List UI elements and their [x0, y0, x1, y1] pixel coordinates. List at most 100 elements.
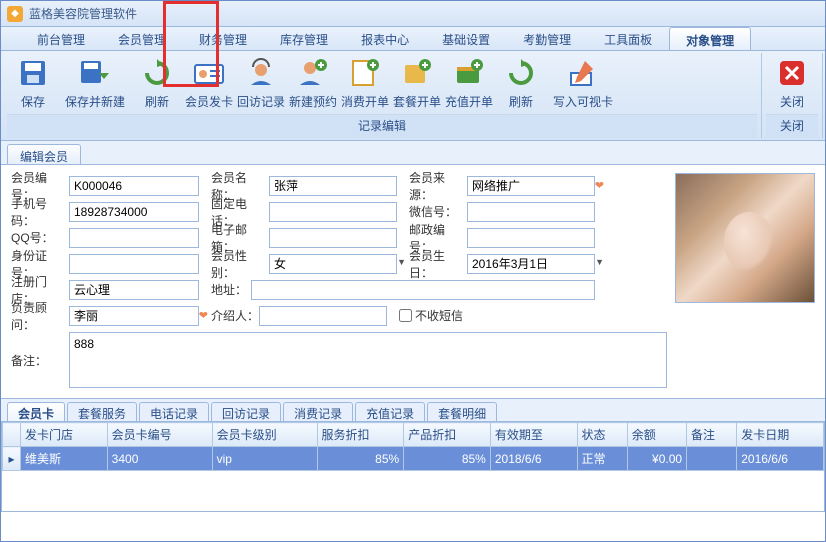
col-issue-date[interactable]: 发卡日期	[737, 423, 824, 447]
refresh-icon	[505, 57, 537, 89]
col-store[interactable]: 发卡门店	[21, 423, 108, 447]
ribbon-toolbar: 保存 保存并新建 刷新 会员发卡 回访记录 新建预约	[1, 51, 825, 141]
visit-log-button[interactable]: 回访记录	[235, 55, 287, 112]
cell-status: 正常	[577, 447, 627, 471]
cell-expire: 2018/6/6	[490, 447, 577, 471]
grid-rowhead	[3, 423, 21, 447]
chevron-down-icon: ▼	[595, 257, 604, 267]
main-menu: 前台管理 会员管理 财务管理 库存管理 报表中心 基础设置 考勤管理 工具面板 …	[1, 27, 825, 51]
label-gender: 会员性别：	[211, 247, 269, 281]
headset-icon	[245, 57, 277, 89]
remark-field[interactable]	[69, 332, 667, 388]
menu-inventory[interactable]: 库存管理	[264, 27, 345, 50]
write-card-button[interactable]: 写入可视卡	[547, 55, 619, 112]
refresh-button[interactable]: 刷新	[131, 55, 183, 112]
menu-reports[interactable]: 报表中心	[345, 27, 426, 50]
reg-store-field[interactable]	[69, 280, 199, 300]
post-field[interactable]	[467, 228, 595, 248]
bottom-tabs: 会员卡 套餐服务 电话记录 回访记录 消费记录 充值记录 套餐明细	[1, 398, 825, 422]
menu-front[interactable]: 前台管理	[21, 27, 102, 50]
birthday-field[interactable]	[467, 254, 595, 274]
cell-card-no: 3400	[107, 447, 212, 471]
cell-store: 维美斯	[21, 447, 108, 471]
email-field[interactable]	[269, 228, 397, 248]
phone-field[interactable]	[269, 202, 397, 222]
title-bar: ◆ 蓝格美容院管理软件	[1, 1, 825, 27]
menu-tools[interactable]: 工具面板	[588, 27, 669, 50]
save-button[interactable]: 保存	[7, 55, 59, 112]
wechat-field[interactable]	[467, 202, 595, 222]
label-wechat: 微信号：	[409, 203, 467, 220]
puzzle-plus-icon	[401, 57, 433, 89]
qq-field[interactable]	[69, 228, 199, 248]
consultant-field[interactable]	[69, 306, 199, 326]
card-grid: 发卡门店 会员卡编号 会员卡级别 服务折扣 产品折扣 有效期至 状态 余额 备注…	[2, 422, 824, 471]
pencil-card-icon	[567, 57, 599, 89]
menu-objects[interactable]: 对象管理	[669, 27, 751, 50]
heart-icon: ❤	[595, 179, 604, 192]
row-indicator: ▸	[3, 447, 21, 471]
label-birthday: 会员生日：	[409, 247, 467, 281]
subtab-edit-member[interactable]: 编辑会员	[7, 144, 81, 164]
col-svc-disc[interactable]: 服务折扣	[317, 423, 404, 447]
recharge-order-button[interactable]: 充值开单	[443, 55, 495, 112]
sheet-plus-icon	[349, 57, 381, 89]
label-qq: QQ号：	[11, 229, 69, 246]
refresh-button-2[interactable]: 刷新	[495, 55, 547, 112]
col-expire[interactable]: 有效期至	[490, 423, 577, 447]
menu-finance[interactable]: 财务管理	[183, 27, 264, 50]
money-plus-icon	[453, 57, 485, 89]
form-area: 会员编号： 会员名称： 会员来源： ❤ 手机号码： 固定电话： 微信号： QQ号…	[1, 165, 825, 392]
idcard-field[interactable]	[69, 254, 199, 274]
app-icon: ◆	[7, 6, 23, 22]
cell-svc-disc: 85%	[317, 447, 404, 471]
ribbon-group-caption-close: 关闭	[766, 114, 818, 138]
issue-card-button[interactable]: 会员发卡	[183, 55, 235, 112]
source-field[interactable]	[467, 176, 595, 196]
save-new-button[interactable]: 保存并新建	[59, 55, 131, 112]
id-card-icon	[193, 57, 225, 89]
mobile-field[interactable]	[69, 202, 199, 222]
col-card-no[interactable]: 会员卡编号	[107, 423, 212, 447]
heart-icon: ❤	[199, 309, 208, 322]
close-icon	[776, 57, 808, 89]
table-row[interactable]: ▸ 维美斯 3400 vip 85% 85% 2018/6/6 正常 ¥0.00…	[3, 447, 824, 471]
tab-package-detail[interactable]: 套餐明细	[427, 402, 497, 421]
menu-attendance[interactable]: 考勤管理	[507, 27, 588, 50]
grid-wrap: 发卡门店 会员卡编号 会员卡级别 服务折扣 产品折扣 有效期至 状态 余额 备注…	[1, 422, 825, 512]
cell-prod-disc: 85%	[404, 447, 491, 471]
cell-issue-date: 2016/6/6	[737, 447, 824, 471]
address-field[interactable]	[251, 280, 595, 300]
col-level[interactable]: 会员卡级别	[212, 423, 317, 447]
no-sms-checkbox[interactable]: 不收短信	[399, 307, 463, 324]
col-remark[interactable]: 备注	[687, 423, 737, 447]
app-title: 蓝格美容院管理软件	[29, 5, 137, 22]
package-order-button[interactable]: 套餐开单	[391, 55, 443, 112]
tab-member-card[interactable]: 会员卡	[7, 402, 65, 421]
member-name-field[interactable]	[269, 176, 397, 196]
consume-order-button[interactable]: 消费开单	[339, 55, 391, 112]
tab-visit-log[interactable]: 回访记录	[211, 402, 281, 421]
tab-package-service[interactable]: 套餐服务	[67, 402, 137, 421]
col-status[interactable]: 状态	[577, 423, 627, 447]
menu-settings[interactable]: 基础设置	[426, 27, 507, 50]
label-source: 会员来源：	[409, 169, 467, 203]
label-consultant: 负责顾问：	[11, 299, 69, 333]
menu-members[interactable]: 会员管理	[102, 27, 183, 50]
ribbon-group-caption: 记录编辑	[7, 114, 757, 138]
subtab-bar: 编辑会员	[1, 141, 825, 165]
col-balance[interactable]: 余额	[627, 423, 686, 447]
gender-field[interactable]	[269, 254, 397, 274]
member-no-field[interactable]	[69, 176, 199, 196]
cell-remark	[687, 447, 737, 471]
tab-call-log[interactable]: 电话记录	[139, 402, 209, 421]
person-plus-icon	[297, 57, 329, 89]
referrer-field[interactable]	[259, 306, 387, 326]
disk-icon	[17, 57, 49, 89]
tab-recharge-log[interactable]: 充值记录	[355, 402, 425, 421]
new-appointment-button[interactable]: 新建预约	[287, 55, 339, 112]
col-prod-disc[interactable]: 产品折扣	[404, 423, 491, 447]
close-button[interactable]: 关闭	[766, 55, 818, 112]
tab-consume-log[interactable]: 消费记录	[283, 402, 353, 421]
avatar	[675, 173, 815, 303]
